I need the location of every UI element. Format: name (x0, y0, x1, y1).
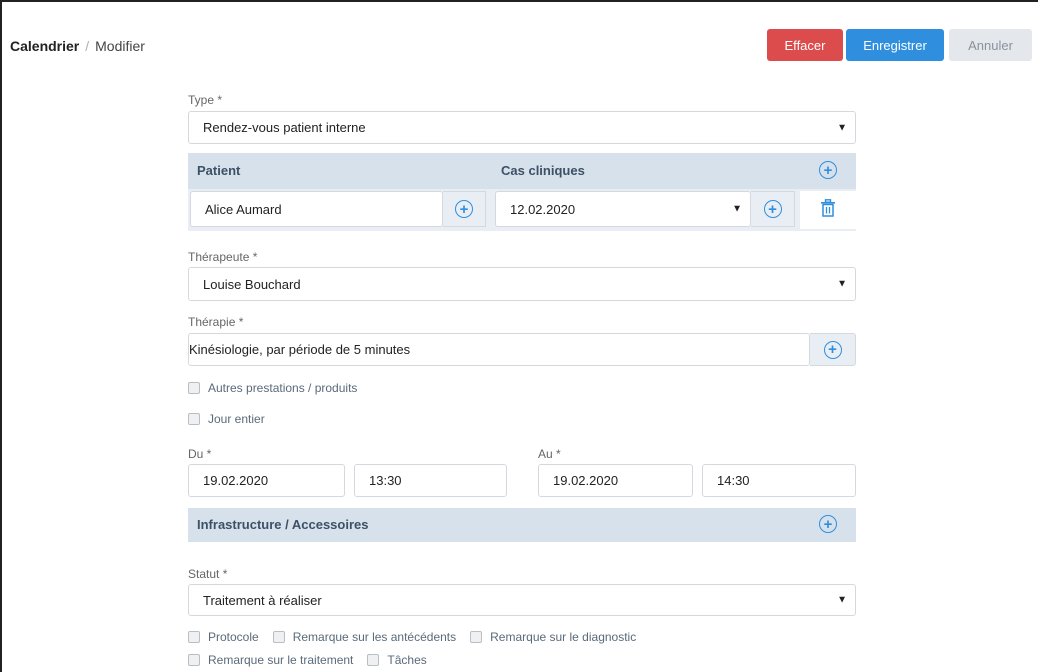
caret-down-icon: ▼ (837, 594, 847, 606)
checkbox-icon[interactable] (367, 654, 380, 666)
to-time-value: 14:30 (717, 473, 750, 488)
plus-circle-icon: + (819, 515, 837, 533)
status-select[interactable]: Traitement à réaliser ▼ (188, 584, 856, 616)
other-services-option[interactable]: Autres prestations / produits (188, 381, 357, 395)
infrastructure-header: Infrastructure / Accessoires (197, 517, 369, 532)
type-select[interactable]: Rendez-vous patient interne ▼ (188, 111, 856, 144)
from-label: Du * (188, 447, 212, 461)
add-patient-button[interactable]: + (443, 191, 486, 227)
history-remark-label: Remarque sur les antécédents (292, 630, 457, 644)
treatment-remark-option[interactable]: Remarque sur le traitement (188, 653, 353, 667)
cases-header: Cas cliniques (501, 163, 585, 178)
checkbox-icon[interactable] (470, 631, 483, 643)
caret-down-icon: ▼ (732, 203, 742, 215)
status-value: Traitement à réaliser (203, 592, 322, 608)
breadcrumb-separator: / (85, 38, 90, 54)
checkbox-icon[interactable] (188, 413, 200, 425)
trash-icon[interactable] (820, 199, 836, 217)
caret-down-icon: ▼ (837, 122, 847, 133)
plus-circle-icon: + (763, 200, 782, 218)
save-button[interactable]: Enregistrer (846, 29, 944, 61)
plus-circle-icon: + (823, 340, 842, 359)
patient-header: Patient (197, 163, 241, 178)
breadcrumb-current: Modifier (95, 38, 145, 54)
therapy-label: Thérapie * (188, 315, 244, 329)
add-case-button[interactable]: + (751, 191, 795, 227)
tasks-label: Tâches (387, 653, 427, 667)
tasks-option[interactable]: Tâches (367, 653, 427, 667)
from-date-value: 19.02.2020 (203, 473, 269, 488)
from-time-input[interactable]: 13:30 (354, 464, 507, 497)
checkbox-icon[interactable] (188, 382, 200, 394)
therapist-label: Thérapeute * (188, 250, 258, 264)
diagnosis-remark-label: Remarque sur le diagnostic (490, 630, 637, 644)
from-date-input[interactable]: 19.02.2020 (188, 464, 345, 497)
type-value: Rendez-vous patient interne (203, 120, 366, 135)
to-time-input[interactable]: 14:30 (702, 464, 856, 497)
cancel-button[interactable]: Annuler (949, 29, 1032, 61)
all-day-label: Jour entier (208, 412, 265, 426)
therapy-input[interactable]: Kinésiologie, par période de 5 minutes (188, 333, 810, 366)
status-label: Statut * (188, 567, 228, 581)
patient-value: Alice Aumard (205, 201, 282, 217)
history-remark-option[interactable]: Remarque sur les antécédents (272, 630, 457, 644)
protocol-option[interactable]: Protocole (188, 630, 259, 644)
caret-down-icon: ▼ (837, 278, 847, 290)
breadcrumb: Calendrier / Modifier (10, 38, 145, 54)
remarks-row-2: Remarque sur le traitement Tâches (188, 653, 427, 667)
other-services-label: Autres prestations / produits (208, 381, 358, 395)
delete-button[interactable]: Effacer (767, 29, 843, 61)
all-day-option[interactable]: Jour entier (188, 412, 265, 426)
treatment-remark-label: Remarque sur le traitement (208, 653, 354, 667)
remarks-row-1: Protocole Remarque sur les antécédents R… (188, 630, 636, 644)
to-label: Au * (538, 447, 561, 461)
checkbox-icon[interactable] (272, 631, 285, 643)
to-date-value: 19.02.2020 (553, 473, 619, 488)
type-label: Type * (188, 93, 223, 107)
to-date-input[interactable]: 19.02.2020 (538, 464, 693, 497)
from-time-value: 13:30 (369, 473, 402, 488)
add-row-button[interactable]: + (819, 161, 837, 179)
patient-input[interactable]: Alice Aumard (190, 191, 443, 227)
case-select[interactable]: 12.02.2020 ▼ (495, 191, 751, 227)
therapist-value: Louise Bouchard (203, 276, 301, 292)
plus-circle-icon: + (819, 161, 837, 179)
therapist-select[interactable]: Louise Bouchard ▼ (188, 267, 856, 301)
add-infrastructure-button[interactable]: + (819, 515, 837, 533)
case-value: 12.02.2020 (510, 201, 576, 217)
checkbox-icon[interactable] (188, 654, 200, 666)
checkbox-icon[interactable] (188, 631, 200, 643)
plus-circle-icon: + (455, 200, 473, 218)
breadcrumb-root[interactable]: Calendrier (10, 38, 79, 54)
protocol-label: Protocole (208, 630, 259, 644)
add-therapy-button[interactable]: + (810, 333, 856, 366)
diagnosis-remark-option[interactable]: Remarque sur le diagnostic (470, 630, 636, 644)
therapy-value: Kinésiologie, par période de 5 minutes (189, 342, 411, 357)
